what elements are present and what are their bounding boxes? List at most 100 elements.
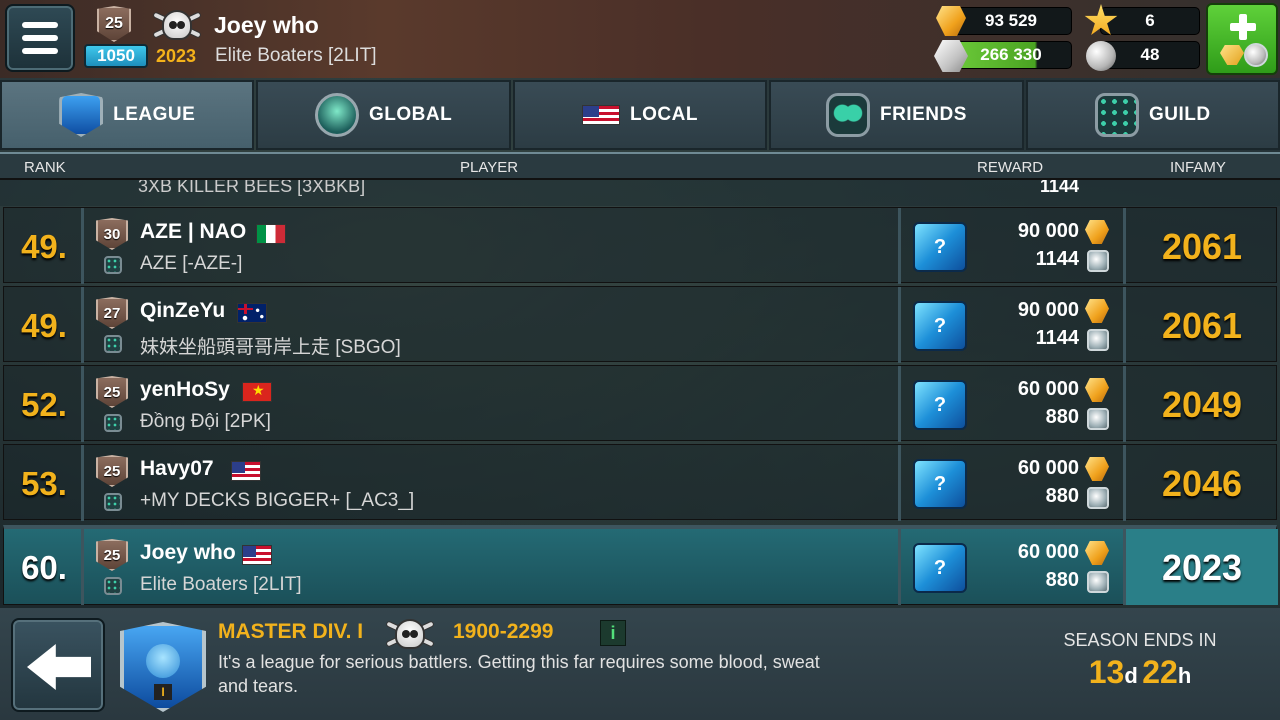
table-row[interactable]: 49. 30 AZE | NAO AZE [-AZE-] ? 90 000 11… — [3, 207, 1277, 284]
row-infamy: 2061 — [1161, 305, 1243, 346]
row-level-badge: 25 — [96, 455, 128, 487]
italy-flag-icon — [256, 224, 286, 244]
row-pearl-reward: 1144 — [1035, 248, 1079, 270]
reward-chest-icon: ? — [913, 459, 967, 509]
column-headers: RANK PLAYER REWARD INFAMY — [0, 152, 1280, 180]
pearl-icon — [1244, 43, 1268, 67]
guild-icon — [104, 335, 122, 353]
league-info-footer: I MASTER DIV. I 1900-2299 i It's a leagu… — [0, 608, 1280, 720]
own-player-row[interactable]: 60. 25 Joey who Elite Boaters [2LIT] ? 6… — [3, 525, 1278, 605]
stars-counter[interactable]: 6 — [1100, 7, 1200, 35]
row-guild: AZE [-AZE-] — [140, 253, 243, 274]
gold-counter[interactable]: 93 529 — [950, 7, 1072, 35]
guild-icon — [104, 414, 122, 432]
row-level-badge: 30 — [96, 218, 128, 250]
row-gold-reward: 90 000 — [1017, 220, 1079, 242]
row-player-name: yenHoSy — [140, 378, 230, 401]
pearl-icon — [1087, 571, 1109, 593]
pearl-icon — [1087, 329, 1109, 351]
league-badge-icon: I — [120, 622, 206, 712]
player-level-badge: 25 — [97, 6, 131, 42]
player-name: Joey who — [214, 12, 319, 38]
guild-icon — [104, 577, 122, 595]
gold-gem-icon — [1220, 45, 1244, 65]
header-rank: RANK — [24, 159, 66, 176]
pearl-icon — [1086, 41, 1116, 71]
row-infamy: 2061 — [1161, 226, 1243, 267]
gold-gem-icon — [1085, 220, 1109, 244]
tab-guild[interactable]: GUILD — [1025, 80, 1280, 150]
row-level-badge: 27 — [96, 297, 128, 329]
menu-button[interactable] — [5, 4, 75, 72]
guild-icon — [104, 493, 122, 511]
usa-flag-icon — [231, 461, 261, 481]
table-row[interactable]: 49. 27 QinZeYu 妹妹坐船頭哥哥岸上走 [SBGO] ? 90 00… — [3, 286, 1277, 363]
info-button[interactable]: i — [600, 620, 626, 646]
row-infamy: 2023 — [1161, 547, 1243, 588]
division-description: It's a league for serious battlers. Gett… — [218, 652, 820, 696]
silver-counter[interactable]: 266 330 — [950, 41, 1072, 69]
leaderboard-tabs: LEAGUE GLOBAL LOCAL FRIENDS GUILD — [0, 80, 1280, 150]
pearl-icon — [1087, 408, 1109, 430]
reward-chest-icon: ? — [913, 301, 967, 351]
season-countdown: 13d 22h — [1088, 654, 1192, 690]
player-infamy: 2023 — [156, 46, 197, 66]
header-reward: REWARD — [977, 159, 1044, 176]
tab-label: LEAGUE — [113, 104, 196, 125]
row-rank: 53. — [21, 465, 67, 502]
tab-league[interactable]: LEAGUE — [0, 80, 255, 150]
reward-chest-icon: ? — [913, 222, 967, 272]
division-infamy-range: 1900-2299 — [453, 620, 554, 643]
player-guild: Elite Boaters [2LIT] — [215, 45, 377, 66]
table-row[interactable]: 52. 25 yenHoSy Đồng Đội [2PK] ? 60 000 8… — [3, 365, 1277, 442]
gold-gem-icon — [1085, 541, 1109, 565]
row-player-name: AZE | NAO — [140, 220, 247, 243]
row-gold-reward: 90 000 — [1017, 299, 1079, 321]
header-player: PLAYER — [460, 159, 519, 176]
guild-icon — [104, 256, 122, 274]
row-guild: 3XB KILLER BEES [3XBKB] — [138, 180, 366, 196]
tab-friends[interactable]: FRIENDS — [769, 80, 1024, 150]
tab-local[interactable]: LOCAL — [512, 80, 768, 150]
tab-label: FRIENDS — [879, 104, 967, 125]
reward-chest-icon: ? — [913, 380, 967, 430]
table-row[interactable]: 3XB KILLER BEES [3XBKB] 1144 — [0, 180, 1280, 206]
row-rank: 49. — [21, 228, 67, 265]
row-rank: 52. — [21, 386, 67, 423]
usa-flag-icon — [242, 545, 272, 565]
table-row[interactable]: 53. 25 Havy07 +MY DECKS BIGGER+ [_AC3_] … — [3, 444, 1277, 521]
australia-flag-icon — [237, 303, 267, 323]
row-guild: 妹妹坐船頭哥哥岸上走 [SBGO] — [140, 337, 401, 358]
vietnam-flag-icon — [242, 382, 272, 402]
gold-gem-icon — [1085, 457, 1109, 481]
division-title: MASTER DIV. I — [218, 620, 364, 643]
header-infamy: INFAMY — [1170, 159, 1226, 176]
row-rank: 49. — [21, 307, 67, 344]
reward-chest-icon: ? — [913, 543, 967, 593]
row-pearl-reward: 880 — [1045, 569, 1079, 591]
row-guild: +MY DECKS BIGGER+ [_AC3_] — [140, 490, 415, 511]
row-guild: Đồng Đội [2PK] — [140, 411, 271, 432]
us-flag-icon — [582, 105, 621, 125]
league-tier: I — [154, 684, 172, 700]
row-player-name: QinZeYu — [140, 299, 226, 322]
tab-label: GUILD — [1149, 104, 1211, 125]
arrow-left-icon — [27, 644, 91, 690]
friends-icon — [825, 93, 870, 137]
leaderboard-list[interactable]: 3XB KILLER BEES [3XBKB] 1144 49. 30 AZE … — [0, 180, 1280, 525]
tab-global[interactable]: GLOBAL — [256, 80, 511, 150]
row-player-name: Havy07 — [140, 457, 214, 480]
league-icon — [59, 93, 104, 137]
pearl-icon — [1087, 487, 1109, 509]
global-icon — [315, 93, 359, 137]
shop-button[interactable] — [1206, 3, 1278, 75]
skull-crossbones-icon — [383, 614, 437, 654]
row-guild: Elite Boaters [2LIT] — [140, 574, 302, 595]
row-pearl-reward: 880 — [1045, 485, 1079, 507]
top-bar: 25 1050 2023 Joey who Elite Boaters [2LI… — [0, 0, 1280, 78]
back-button[interactable] — [11, 618, 105, 712]
row-pearl-reward: 1144 — [1040, 180, 1080, 196]
row-pearl-reward: 1144 — [1035, 327, 1079, 349]
row-level-badge: 25 — [96, 539, 128, 571]
season-label: SEASON ENDS IN — [1063, 630, 1217, 650]
